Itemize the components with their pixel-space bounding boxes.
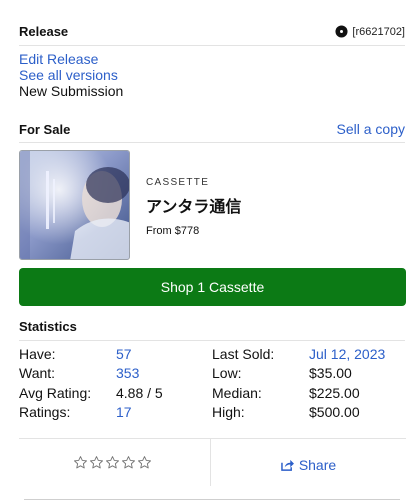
edit-release-link[interactable]: Edit Release [19, 51, 98, 67]
share-label: Share [298, 456, 337, 473]
divider [19, 142, 405, 143]
stat-row: Avg Rating: 4.88 / 5 Median: $225.00 [19, 383, 409, 403]
release-links: Edit Release See all versions New Submis… [19, 51, 123, 99]
for-sale-title: For Sale [19, 121, 71, 137]
high-price: $500.00 [309, 404, 360, 421]
last-sold-link[interactable]: Jul 12, 2023 [309, 346, 385, 362]
want-count-link[interactable]: 353 [116, 365, 212, 381]
sale-item-info: CASSETTE アンタラ通信 From $778 [146, 150, 241, 260]
divider [19, 45, 405, 46]
disc-icon [335, 25, 348, 38]
see-all-versions-link[interactable]: See all versions [19, 67, 118, 83]
share-cell: Share [211, 439, 406, 486]
item-title[interactable]: アンタラ通信 [146, 193, 241, 217]
sale-item-card: CASSETTE アンタラ通信 From $778 [19, 150, 409, 260]
for-sale-header: For Sale Sell a copy [19, 121, 405, 137]
new-submission-text: New Submission [19, 83, 124, 99]
star-outline-icon[interactable] [89, 455, 104, 470]
share-button[interactable]: Share [281, 457, 336, 473]
stat-label: Ratings: [19, 404, 71, 421]
stat-row: Have: 57 Last Sold: Jul 12, 2023 [19, 344, 409, 364]
action-bar: Share [19, 438, 406, 486]
rate-release [19, 439, 211, 486]
stat-label: Want: [19, 365, 56, 382]
statistics-table: Have: 57 Last Sold: Jul 12, 2023 Want: 3… [19, 344, 409, 422]
star-outline-icon[interactable] [73, 455, 88, 470]
release-id: [r6621702] [335, 25, 405, 38]
cassette-cover-image[interactable] [19, 150, 130, 260]
star-outline-icon[interactable] [137, 455, 152, 470]
stat-row: Want: 353 Low: $35.00 [19, 364, 409, 384]
release-id-text: [r6621702] [352, 25, 405, 38]
divider [19, 340, 405, 341]
median-price: $225.00 [309, 384, 360, 401]
statistics-title: Statistics [19, 319, 77, 334]
release-header: Release [r6621702] [19, 24, 405, 39]
format-label: CASSETTE [146, 177, 210, 188]
have-count-link[interactable]: 57 [116, 346, 212, 362]
stat-label: Last Sold: [212, 345, 275, 362]
stat-label: Avg Rating: [19, 384, 92, 401]
share-icon [281, 459, 294, 471]
star-rating[interactable] [73, 455, 152, 470]
avg-rating-value: 4.88 / 5 [116, 384, 163, 401]
stat-label: Have: [19, 345, 56, 362]
stat-row: Ratings: 17 High: $500.00 [19, 403, 409, 423]
stat-label: Low: [212, 365, 242, 382]
stat-label: High: [212, 404, 245, 421]
statistics-header: Statistics [19, 319, 405, 334]
sell-a-copy-link[interactable]: Sell a copy [337, 121, 405, 137]
ratings-count-link[interactable]: 17 [116, 404, 212, 420]
star-outline-icon[interactable] [105, 455, 120, 470]
release-title: Release [19, 24, 69, 39]
divider [24, 499, 400, 500]
star-outline-icon[interactable] [121, 455, 136, 470]
shop-cassette-button[interactable]: Shop 1 Cassette [19, 268, 406, 306]
low-price: $35.00 [309, 365, 352, 382]
cover-art [20, 151, 129, 259]
price-from: From $778 [146, 225, 200, 237]
stat-label: Median: [212, 384, 262, 401]
